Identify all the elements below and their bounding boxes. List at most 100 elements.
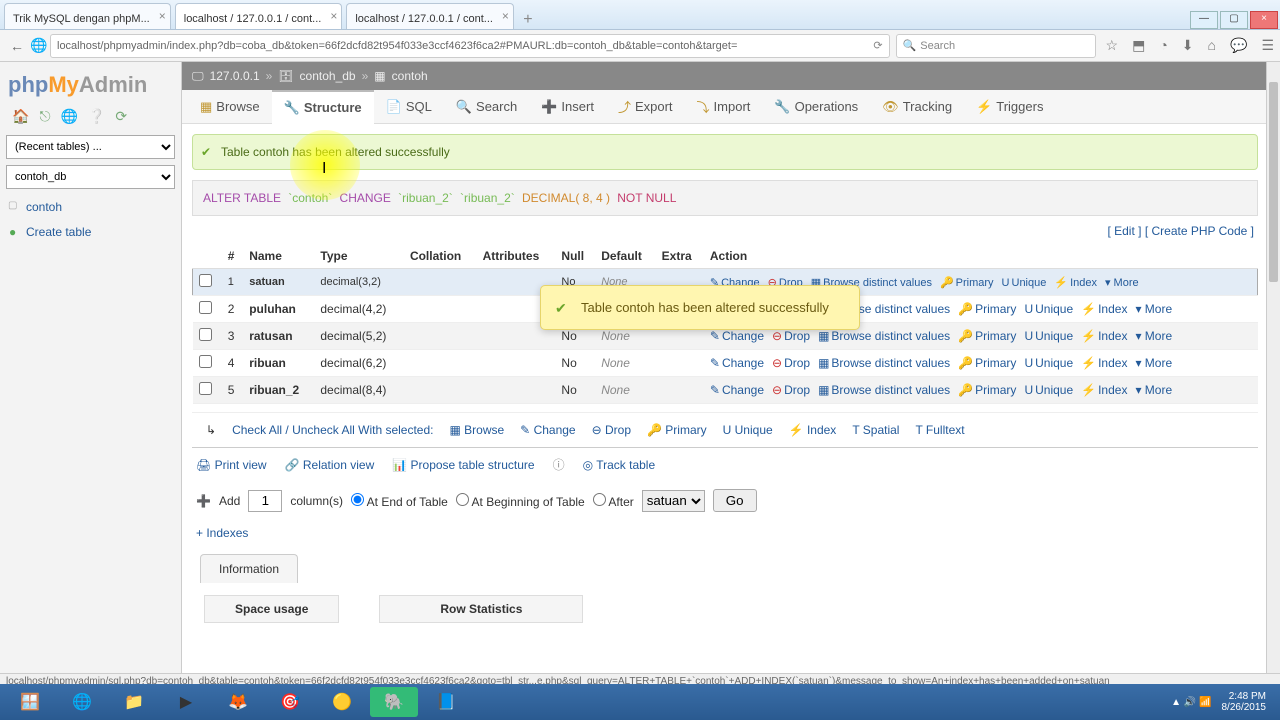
bulk-spatial[interactable]: T Spatial [852, 423, 899, 437]
check-all-link[interactable]: Check All / Uncheck All With selected: [232, 423, 433, 437]
change-link[interactable]: ✎Change [710, 356, 764, 370]
primary-link[interactable]: 🔑Primary [958, 302, 1016, 316]
reload-icon[interactable]: ⟳ [115, 108, 127, 125]
create-php-link[interactable]: Create PHP Code [1151, 224, 1247, 238]
browser-tab[interactable]: Trik MySQL dengan phpM...× [4, 3, 171, 29]
unique-link[interactable]: UUnique [1024, 383, 1073, 397]
drop-link[interactable]: ⊖Drop [772, 383, 810, 397]
recent-tables-select[interactable]: (Recent tables) ... [6, 135, 175, 159]
docs-icon[interactable]: ❔ [88, 108, 105, 125]
row-checkbox[interactable] [199, 274, 212, 287]
index-link[interactable]: ⚡Index [1081, 383, 1127, 397]
unique-link[interactable]: UUnique [1002, 277, 1047, 289]
tab-insert[interactable]: ➕Insert [529, 91, 606, 123]
pocket-icon[interactable]: ◔ [1159, 37, 1167, 54]
explorer-icon[interactable]: 📁 [110, 687, 158, 717]
primary-link[interactable]: 🔑Primary [958, 329, 1016, 343]
ie-icon[interactable]: 🌐 [58, 687, 106, 717]
media-icon[interactable]: ▶ [162, 687, 210, 717]
tray-icons[interactable]: ▲ 🔊 📶 [1171, 697, 1211, 708]
tab-browse[interactable]: ▦Browse [188, 91, 272, 123]
edit-sql-link[interactable]: Edit [1114, 224, 1135, 238]
chrome-icon[interactable]: 🎯 [266, 687, 314, 717]
more-link[interactable]: ▾ More [1135, 356, 1172, 370]
chat-icon[interactable]: 💬 [1230, 37, 1247, 54]
tab-operations[interactable]: 🔧Operations [762, 91, 870, 123]
download-icon[interactable]: ⬇ [1182, 37, 1194, 54]
more-link[interactable]: ▾ More [1135, 383, 1172, 397]
propose-link[interactable]: 📊 Propose table structure [392, 458, 534, 472]
create-table-link[interactable]: Create table [6, 219, 175, 245]
track-table-link[interactable]: ◎ Track table [583, 458, 656, 472]
system-tray[interactable]: ▲ 🔊 📶 2:48 PM8/26/2015 [1171, 691, 1274, 713]
index-link[interactable]: ⚡Index [1081, 356, 1127, 370]
back-button[interactable]: ← [6, 38, 28, 54]
row-checkbox[interactable] [199, 355, 212, 368]
tab-tracking[interactable]: 👁Tracking [870, 91, 964, 123]
primary-link[interactable]: 🔑Primary [958, 383, 1016, 397]
start-button[interactable]: 🪟 [6, 687, 54, 717]
unique-link[interactable]: UUnique [1024, 356, 1073, 370]
add-begin-radio[interactable] [456, 493, 469, 506]
tab-structure[interactable]: 🔧Structure [272, 90, 374, 124]
bookmark-icon[interactable]: ☆ [1106, 37, 1119, 54]
browser-tab[interactable]: localhost / 127.0.0.1 / cont...× [346, 3, 514, 29]
add-after-select[interactable]: satuan [642, 490, 705, 512]
add-count-input[interactable] [248, 490, 282, 512]
bulk-change[interactable]: ✎ Change [520, 423, 575, 437]
print-view-link[interactable]: 🖨 Print view [196, 458, 267, 472]
bulk-drop[interactable]: ⊖ Drop [592, 423, 631, 437]
tab-triggers[interactable]: ⚡Triggers [964, 91, 1055, 123]
index-link[interactable]: ⚡Index [1081, 329, 1127, 343]
home-icon[interactable]: 🏠 [12, 108, 29, 125]
close-icon[interactable]: × [159, 9, 166, 23]
close-button[interactable]: × [1250, 11, 1278, 29]
drop-link[interactable]: ⊖Drop [772, 356, 810, 370]
search-input[interactable]: 🔍 Search [896, 34, 1096, 58]
primary-link[interactable]: 🔑Primary [940, 277, 994, 289]
primary-link[interactable]: 🔑Primary [958, 356, 1016, 370]
row-checkbox[interactable] [199, 328, 212, 341]
browser-tab[interactable]: localhost / 127.0.0.1 / cont...× [175, 3, 343, 29]
more-link[interactable]: ▾ More [1135, 302, 1172, 316]
app-icon[interactable]: 🐘 [370, 687, 418, 717]
browse-distinct-link[interactable]: ▦Browse distinct values [818, 356, 950, 370]
change-link[interactable]: ✎Change [710, 383, 764, 397]
add-end-radio[interactable] [351, 493, 364, 506]
maximize-button[interactable]: ▢ [1220, 11, 1248, 29]
logout-icon[interactable]: ⎋ [39, 108, 50, 125]
new-tab-button[interactable]: + [514, 11, 536, 29]
browse-distinct-link[interactable]: ▦Browse distinct values [818, 383, 950, 397]
sidebar-table-contoh[interactable]: contoh [6, 195, 175, 219]
word-icon[interactable]: 📘 [422, 687, 470, 717]
menu-icon[interactable]: ☰ [1261, 37, 1274, 54]
change-link[interactable]: ✎Change [710, 329, 764, 343]
home-icon[interactable]: ⌂ [1208, 37, 1216, 54]
more-link[interactable]: ▾ More [1105, 277, 1139, 289]
bulk-unique[interactable]: U Unique [723, 423, 773, 437]
unique-link[interactable]: UUnique [1024, 302, 1073, 316]
share-icon[interactable]: ⬒ [1132, 37, 1145, 54]
database-select[interactable]: contoh_db [6, 165, 175, 189]
close-icon[interactable]: × [330, 9, 337, 23]
minimize-button[interactable]: — [1190, 11, 1218, 29]
relation-view-link[interactable]: 🔗 Relation view [285, 458, 375, 472]
row-checkbox[interactable] [199, 301, 212, 314]
browse-distinct-link[interactable]: ▦Browse distinct values [818, 329, 950, 343]
url-input[interactable]: localhost/phpmyadmin/index.php?db=coba_d… [50, 34, 890, 58]
app-icon[interactable]: 🟡 [318, 687, 366, 717]
go-button[interactable]: Go [713, 489, 757, 512]
index-link[interactable]: ⚡Index [1081, 302, 1127, 316]
scrollbar[interactable] [1266, 62, 1280, 684]
add-after-radio[interactable] [593, 493, 606, 506]
tab-search[interactable]: 🔍Search [444, 91, 529, 123]
bulk-browse[interactable]: ▦ Browse [449, 423, 504, 437]
information-tab[interactable]: Information [200, 554, 298, 583]
close-icon[interactable]: × [502, 9, 509, 23]
indexes-toggle[interactable]: + Indexes [182, 520, 1268, 546]
tab-sql[interactable]: 📄SQL [374, 91, 444, 123]
firefox-icon[interactable]: 🦊 [214, 687, 262, 717]
tab-import[interactable]: ⤵Import [685, 89, 763, 124]
tab-export[interactable]: ⤴Export [606, 89, 685, 124]
bulk-primary[interactable]: 🔑 Primary [647, 423, 707, 437]
